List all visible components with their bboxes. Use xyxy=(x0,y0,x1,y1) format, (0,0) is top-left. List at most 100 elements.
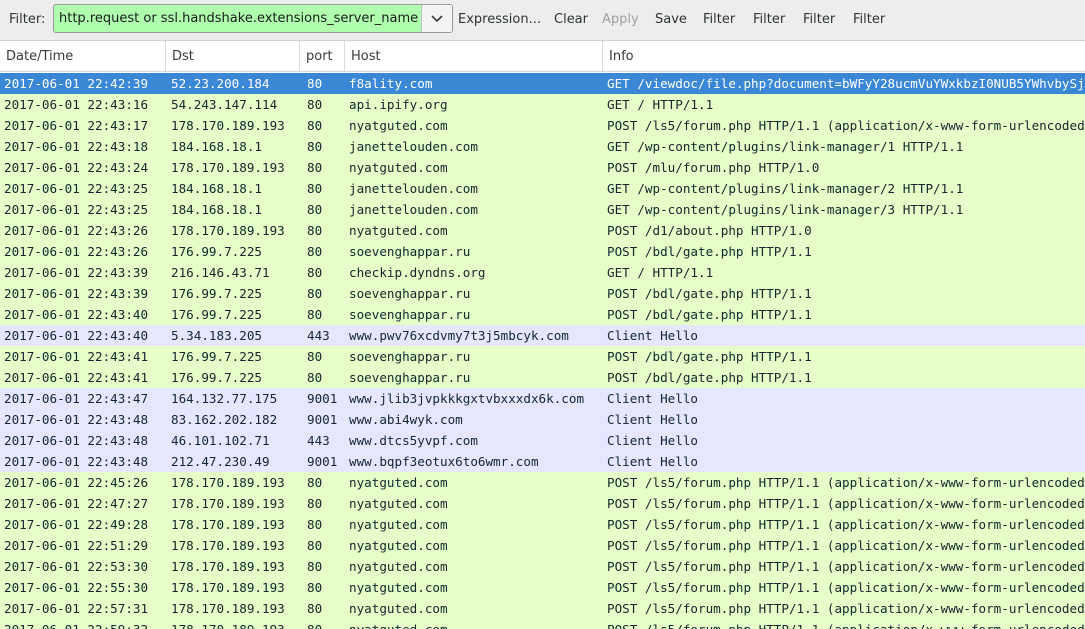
packet-info: Client Hello xyxy=(607,412,698,427)
packet-row[interactable]: 2017-06-01 22:43:26 176.99.7.225 80 soeveng… xyxy=(0,241,1085,262)
packet-port: 80 xyxy=(307,517,323,532)
packet-dst: 178.170.189.193 xyxy=(171,160,285,175)
column-header-datetime[interactable]: Date/Time xyxy=(0,41,166,71)
display-filter-input[interactable] xyxy=(54,5,421,32)
expression-button[interactable]: Expression... xyxy=(458,12,541,27)
packet-dst: 5.34.183.205 xyxy=(171,328,262,343)
packet-info: GET / HTTP/1.1 xyxy=(607,265,714,280)
packet-dst: 178.170.189.193 xyxy=(171,223,285,238)
packet-time: 2017-06-01 22:43:40 xyxy=(4,328,149,343)
packet-row[interactable]: 2017-06-01 22:43:48 83.162.202.182 9001 www… xyxy=(0,409,1085,430)
packet-dst: 176.99.7.225 xyxy=(171,370,262,385)
save-button[interactable]: Save xyxy=(655,12,687,27)
packet-port: 80 xyxy=(307,265,323,280)
packet-dst: 54.243.147.114 xyxy=(171,97,278,112)
packet-dst: 212.47.230.49 xyxy=(171,454,270,469)
display-filter-box[interactable] xyxy=(53,4,453,33)
column-header-info[interactable]: Info xyxy=(603,41,1085,71)
packet-info: POST /bdl/gate.php HTTP/1.1 xyxy=(607,307,812,322)
packet-port: 80 xyxy=(307,619,345,629)
packet-row[interactable]: 2017-06-01 22:42:39 52.23.200.184 80 f8alit… xyxy=(0,73,1085,94)
packet-info: POST /bdl/gate.php HTTP/1.1 xyxy=(607,286,812,301)
packet-host: nyatguted.com xyxy=(349,559,448,574)
packet-row[interactable]: 2017-06-01 22:43:48 212.47.230.49 9001 www.… xyxy=(0,451,1085,472)
filter-history-dropdown[interactable] xyxy=(421,5,452,32)
packet-time: 2017-06-01 22:43:39 xyxy=(4,265,149,280)
clear-button[interactable]: Clear xyxy=(554,12,588,27)
packet-row[interactable]: 2017-06-01 22:53:30 178.170.189.193 80 nyat… xyxy=(0,556,1085,577)
packet-row[interactable]: 2017-06-01 22:45:26 178.170.189.193 80 nyat… xyxy=(0,472,1085,493)
packet-row[interactable]: 2017-06-01 22:43:16 54.243.147.114 80 api.i… xyxy=(0,94,1085,115)
packet-dst: 184.168.18.1 xyxy=(171,181,262,196)
packet-port: 80 xyxy=(307,580,323,595)
packet-row[interactable]: 2017-06-01 22:43:40 176.99.7.225 80 soeveng… xyxy=(0,304,1085,325)
packet-row[interactable]: 2017-06-01 22:43:41 176.99.7.225 80 soeveng… xyxy=(0,367,1085,388)
packet-row[interactable]: 2017-06-01 22:43:48 46.101.102.71 443 www.d… xyxy=(0,430,1085,451)
column-header-host[interactable]: Host xyxy=(345,41,603,71)
packet-time: 2017-06-01 22:51:29 xyxy=(4,538,149,553)
packet-port: 80 xyxy=(307,496,323,511)
packet-info: POST /ls5/forum.php HTTP/1.1 (applicatio… xyxy=(607,601,1085,616)
packet-row[interactable]: 2017-06-01 22:57:31 178.170.189.193 80 nyat… xyxy=(0,598,1085,619)
packet-row[interactable]: 2017-06-01 22:43:26 178.170.189.193 80 nyat… xyxy=(0,220,1085,241)
packet-info: POST /bdl/gate.php HTTP/1.1 xyxy=(607,244,812,259)
packet-port: 80 xyxy=(307,139,323,154)
packet-row[interactable]: 2017-06-01 22:51:29 178.170.189.193 80 nyat… xyxy=(0,535,1085,556)
packet-row[interactable]: 2017-06-01 22:43:41 176.99.7.225 80 soeveng… xyxy=(0,346,1085,367)
packet-host: janettelouden.com xyxy=(349,139,478,154)
packet-host: nyatguted.com xyxy=(349,223,448,238)
packet-row[interactable]: 2017-06-01 22:43:40 5.34.183.205 443 www.pw… xyxy=(0,325,1085,346)
packet-port: 80 xyxy=(307,97,323,112)
packet-port: 80 xyxy=(307,538,323,553)
column-header-dst[interactable]: Dst xyxy=(166,41,300,71)
packet-row[interactable]: 2017-06-01 22:49:28 178.170.189.193 80 nyat… xyxy=(0,514,1085,535)
packet-info: POST /ls5/forum.php HTTP/1.1 (applicatio… xyxy=(607,559,1085,574)
packet-list[interactable]: 2017-06-01 22:42:39 52.23.200.184 80 f8alit… xyxy=(0,73,1085,629)
filter-button-1[interactable]: Filter xyxy=(703,12,735,27)
packet-info: GET /wp-content/plugins/link-manager/3 H… xyxy=(607,202,964,217)
packet-host: www.pwv76xcdvmy7t3j5mbcyk.com xyxy=(349,328,569,343)
packet-host: janettelouden.com xyxy=(349,181,478,196)
packet-row[interactable]: 2017-06-01 22:59:32178.170.189.193 80 nyat… xyxy=(0,619,1085,629)
packet-row[interactable]: 2017-06-01 22:43:39 176.99.7.225 80 soeveng… xyxy=(0,283,1085,304)
packet-time: 2017-06-01 22:43:40 xyxy=(4,307,149,322)
filter-button-4[interactable]: Filter xyxy=(853,12,885,27)
packet-time: 2017-06-01 22:57:31 xyxy=(4,601,149,616)
filter-button-2[interactable]: Filter xyxy=(753,12,785,27)
packet-row[interactable]: 2017-06-01 22:43:47 164.132.77.175 9001 www… xyxy=(0,388,1085,409)
apply-button[interactable]: Apply xyxy=(602,12,639,27)
filter-toolbar: Filter: Expression... Clear Apply Save F… xyxy=(0,0,1085,41)
packet-port: 80 xyxy=(307,475,323,490)
packet-host: www.jlib3jvpkkkgxtvbxxxdx6k.com xyxy=(349,391,585,406)
packet-row[interactable]: 2017-06-01 22:43:25 184.168.18.1 80 janette… xyxy=(0,178,1085,199)
packet-dst: 178.170.189.193 xyxy=(171,580,285,595)
packet-port: 9001 xyxy=(307,391,338,406)
packet-host: www.dtcs5yvpf.com xyxy=(349,433,478,448)
packet-info: Client Hello xyxy=(607,433,698,448)
packet-row[interactable]: 2017-06-01 22:43:25 184.168.18.1 80 janette… xyxy=(0,199,1085,220)
packet-info: POST /bdl/gate.php HTTP/1.1 xyxy=(607,349,812,364)
filter-button-3[interactable]: Filter xyxy=(803,12,835,27)
packet-info: GET /viewdoc/file.php?document=bWFyY28uc… xyxy=(607,76,1085,91)
packet-dst: 178.170.189.193 xyxy=(171,538,285,553)
packet-port: 80 xyxy=(307,223,323,238)
packet-host: www.bqpf3eotux6to6wmr.com xyxy=(349,454,539,469)
packet-info: POST /ls5/forum.php HTTP/1.1 (applicatio… xyxy=(607,580,1085,595)
packet-row[interactable]: 2017-06-01 22:55:30 178.170.189.193 80 nyat… xyxy=(0,577,1085,598)
column-header-port[interactable]: port xyxy=(300,41,345,71)
packet-dst: 164.132.77.175 xyxy=(171,391,278,406)
packet-host: nyatguted.com xyxy=(349,517,448,532)
packet-port: 80 xyxy=(307,601,323,616)
packet-row[interactable]: 2017-06-01 22:43:39 216.146.43.71 80 checki… xyxy=(0,262,1085,283)
packet-host: nyatguted.com xyxy=(349,160,448,175)
packet-row[interactable]: 2017-06-01 22:43:18 184.168.18.1 80 janette… xyxy=(0,136,1085,157)
packet-row[interactable]: 2017-06-01 22:47:27 178.170.189.193 80 nyat… xyxy=(0,493,1085,514)
packet-port: 80 xyxy=(307,307,323,322)
packet-port: 9001 xyxy=(307,454,338,469)
packet-host: soevenghappar.ru xyxy=(349,349,471,364)
packet-host: soevenghappar.ru xyxy=(349,244,471,259)
packet-dst: 176.99.7.225 xyxy=(171,349,262,364)
packet-time: 2017-06-01 22:43:16 xyxy=(4,97,149,112)
packet-row[interactable]: 2017-06-01 22:43:24 178.170.189.193 80 nyat… xyxy=(0,157,1085,178)
packet-row[interactable]: 2017-06-01 22:43:17 178.170.189.193 80 nyat… xyxy=(0,115,1085,136)
